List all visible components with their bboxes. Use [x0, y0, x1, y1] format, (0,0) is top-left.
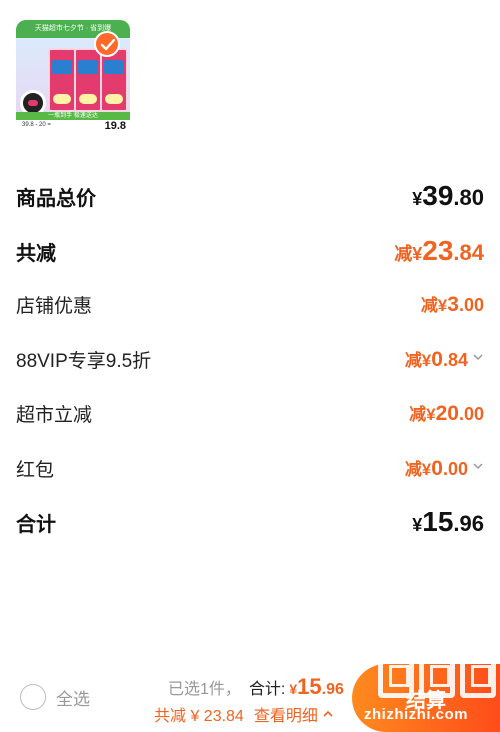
row-amount: 减¥ 23.84 — [394, 235, 484, 266]
row-amount: ¥39.80 — [412, 180, 484, 211]
watermark-text: zhizhizhi.com — [364, 706, 468, 723]
product-price: 19.8 — [104, 120, 126, 132]
select-all-label: 全选 — [56, 689, 90, 709]
row-label: 合计 — [16, 513, 56, 536]
product-footer: 一瓶到手 极速送达 39.8 - 20 = 19.8 — [16, 112, 130, 134]
row-label: 88VIP专享9.5折 — [16, 350, 152, 372]
row-amount: ¥15.96 — [412, 506, 484, 537]
product-promo-bar: 一瓶到手 极速送达 — [16, 112, 130, 120]
row-label: 店铺优惠 — [16, 295, 93, 317]
row-label: 共减 — [16, 242, 56, 265]
row-total-reduction: 共减 减¥ 23.84 — [16, 235, 484, 266]
product-pack — [100, 48, 128, 112]
row-label: 超市立减 — [16, 404, 93, 426]
total-amount: ¥15.96 — [289, 674, 344, 699]
row-store-discount: 店铺优惠 减¥ 3.00 — [16, 289, 484, 319]
product-pack — [74, 48, 102, 112]
chevron-down-icon[interactable] — [472, 351, 484, 363]
chevron-up-icon — [323, 710, 333, 717]
product-price-calc: 39.8 - 20 = — [22, 122, 51, 128]
chevron-down-icon[interactable] — [472, 460, 484, 472]
total-label: 合计: — [248, 681, 286, 698]
row-88vip-discount[interactable]: 88VIP专享9.5折 减¥ 0.84 — [16, 344, 484, 374]
selected-check-icon[interactable] — [94, 31, 120, 57]
view-detail-label: 查看明细 — [253, 708, 318, 725]
row-total-price: 商品总价 ¥39.80 — [16, 180, 484, 211]
product-pack — [48, 48, 76, 112]
watermark-logo: zhizhizhi.com — [364, 650, 496, 726]
row-amount: 减¥ 0.84 — [405, 346, 484, 372]
reduced-amount: 共减 ¥ 23.84 — [154, 708, 244, 725]
row-amount: 减¥ 3.00 — [420, 293, 484, 316]
select-all-radio[interactable] — [20, 684, 46, 710]
row-grand-total: 合计 ¥15.96 — [16, 506, 484, 537]
selected-count: 已选1件， — [168, 681, 241, 698]
view-detail-link[interactable]: 共减 ¥ 23.84 查看明细 — [154, 702, 334, 726]
select-all[interactable]: 全选 — [20, 684, 90, 710]
row-label: 商品总价 — [16, 187, 96, 210]
row-label: 红包 — [16, 459, 55, 481]
checkout-summary: 已选1件， 合计: ¥15.96 共减 ¥ 23.84 查看明细 — [154, 674, 348, 725]
row-red-packet[interactable]: 红包 减¥ 0.00 — [16, 453, 484, 483]
row-amount: 减¥ 20.00 — [409, 402, 484, 425]
row-amount: 减¥ 0.00 — [405, 455, 484, 481]
row-supermarket-discount: 超市立减 减¥ 20.00 — [16, 398, 484, 428]
